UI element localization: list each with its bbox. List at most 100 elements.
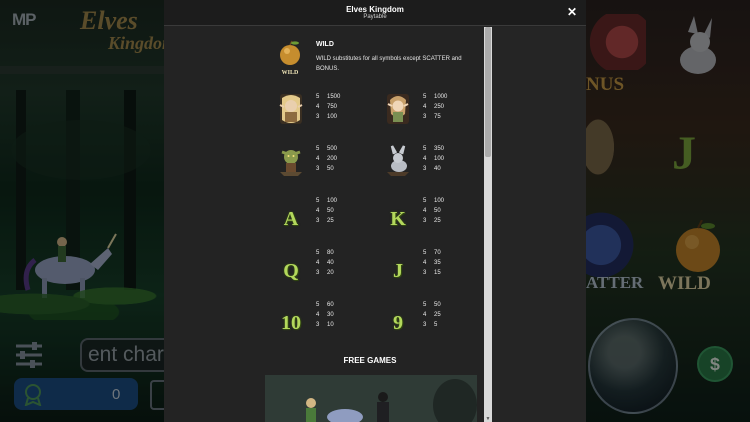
- payout-value: 80: [327, 250, 334, 256]
- payout-value: 100: [434, 156, 445, 162]
- payout-row: 4 250: [423, 104, 444, 110]
- payout-row: 3 10: [316, 322, 334, 328]
- payout-count: 5: [316, 250, 320, 256]
- paytable-content: WILD WILD WILD substitutes for all symbo…: [164, 26, 486, 422]
- payout-value: 35: [434, 260, 441, 266]
- payout-count: 5: [316, 146, 320, 152]
- goblin-icon: [276, 144, 306, 178]
- payout-count: 4: [423, 156, 427, 162]
- payout-count: 4: [423, 104, 427, 110]
- blonde-elf-icon: [276, 92, 306, 126]
- payout-row: 4 30: [316, 312, 334, 318]
- payout-value: 350: [434, 146, 445, 152]
- modal-side-panel: [492, 27, 586, 422]
- payout-row: 3 75: [423, 114, 441, 120]
- scrollbar-thumb[interactable]: [485, 27, 491, 157]
- wild-apple-icon: WILD: [280, 40, 300, 76]
- payout-row: 3 25: [423, 218, 441, 224]
- payout-row: 5 100: [423, 198, 444, 204]
- payout-row: 3 100: [316, 114, 337, 120]
- wild-heading: WILD: [316, 41, 334, 48]
- payout-value: 25: [434, 218, 441, 224]
- modal-subtitle: Paytable: [363, 14, 387, 20]
- payout-value: 250: [434, 104, 445, 110]
- paytable-modal: Elves Kingdom Paytable ✕ WILD WILD WILD …: [164, 0, 586, 422]
- close-button[interactable]: ✕: [564, 4, 580, 20]
- payout-count: 3: [423, 114, 427, 120]
- payout-row: 5 350: [423, 146, 444, 152]
- payout-row: 5 500: [316, 146, 337, 152]
- modal-header: Elves Kingdom Paytable ✕: [164, 0, 586, 26]
- payout-row: 5 100: [316, 198, 337, 204]
- payout-row: 4 50: [423, 208, 441, 214]
- payout-value: 50: [434, 208, 441, 214]
- payout-count: 5: [423, 146, 427, 152]
- rabbit-icon: [383, 144, 413, 178]
- payout-count: 5: [423, 250, 427, 256]
- payout-row: 5 70: [423, 250, 441, 256]
- payout-row: 5 50: [423, 302, 441, 308]
- payout-value: 60: [327, 302, 334, 308]
- payout-count: 4: [316, 104, 320, 110]
- payout-count: 3: [316, 218, 320, 224]
- payout-row: 3 20: [316, 270, 334, 276]
- free-games-image: [265, 375, 477, 422]
- scrollbar[interactable]: ▼: [484, 27, 492, 422]
- payout-count: 4: [316, 156, 320, 162]
- payout-count: 4: [316, 208, 320, 214]
- payout-row: 4 100: [423, 156, 444, 162]
- symbol-9-icon: 9: [393, 312, 403, 334]
- symbol-q-icon: Q: [283, 260, 299, 282]
- payout-value: 20: [327, 270, 334, 276]
- payout-count: 4: [316, 312, 320, 318]
- payout-value: 100: [327, 114, 338, 120]
- symbol-a-icon: A: [283, 208, 299, 230]
- payout-value: 75: [434, 114, 441, 120]
- payout-row: 4 750: [316, 104, 337, 110]
- payout-value: 1500: [327, 94, 341, 100]
- payout-value: 100: [434, 198, 445, 204]
- elf-girl-icon: [383, 92, 413, 126]
- payout-count: 5: [423, 198, 427, 204]
- payout-count: 5: [423, 302, 427, 308]
- payout-count: 4: [423, 208, 427, 214]
- payout-row: 4 25: [423, 312, 441, 318]
- payout-count: 4: [423, 260, 427, 266]
- payout-row: 4 200: [316, 156, 337, 162]
- symbol-k-icon: K: [390, 208, 406, 230]
- payout-row: 5 1000: [423, 94, 447, 100]
- payout-count: 3: [316, 166, 320, 172]
- payout-count: 5: [423, 94, 427, 100]
- payout-row: 3 40: [423, 166, 441, 172]
- payout-row: 5 60: [316, 302, 334, 308]
- payout-value: 30: [327, 312, 334, 318]
- payout-count: 3: [316, 114, 320, 120]
- payout-count: 4: [316, 260, 320, 266]
- payout-value: 25: [327, 218, 334, 224]
- payout-value: 70: [434, 250, 441, 256]
- payout-count: 3: [423, 218, 427, 224]
- wild-icon-label: WILD: [282, 70, 299, 76]
- payout-count: 5: [316, 94, 320, 100]
- payout-count: 3: [316, 322, 320, 328]
- payout-value: 500: [327, 146, 338, 152]
- payout-row: 5 1500: [316, 94, 340, 100]
- payout-count: 5: [316, 302, 320, 308]
- payout-value: 5: [434, 322, 438, 328]
- payout-value: 25: [434, 312, 441, 318]
- payout-row: 5 80: [316, 250, 334, 256]
- wild-description: WILD substitutes for all symbols except …: [316, 56, 462, 72]
- payout-value: 100: [327, 198, 338, 204]
- payout-count: 3: [423, 322, 427, 328]
- payout-count: 4: [423, 312, 427, 318]
- symbol-10-icon: 10: [281, 312, 301, 334]
- payout-value: 50: [434, 302, 441, 308]
- payout-count: 5: [316, 198, 320, 204]
- payout-row: 4 40: [316, 260, 334, 266]
- payout-value: 10: [327, 322, 334, 328]
- payout-count: 3: [423, 270, 427, 276]
- payout-row: 3 50: [316, 166, 334, 172]
- modal-title: Elves Kingdom: [346, 5, 404, 14]
- symbol-j-icon: J: [393, 260, 403, 282]
- scroll-down-arrow[interactable]: ▼: [485, 416, 491, 422]
